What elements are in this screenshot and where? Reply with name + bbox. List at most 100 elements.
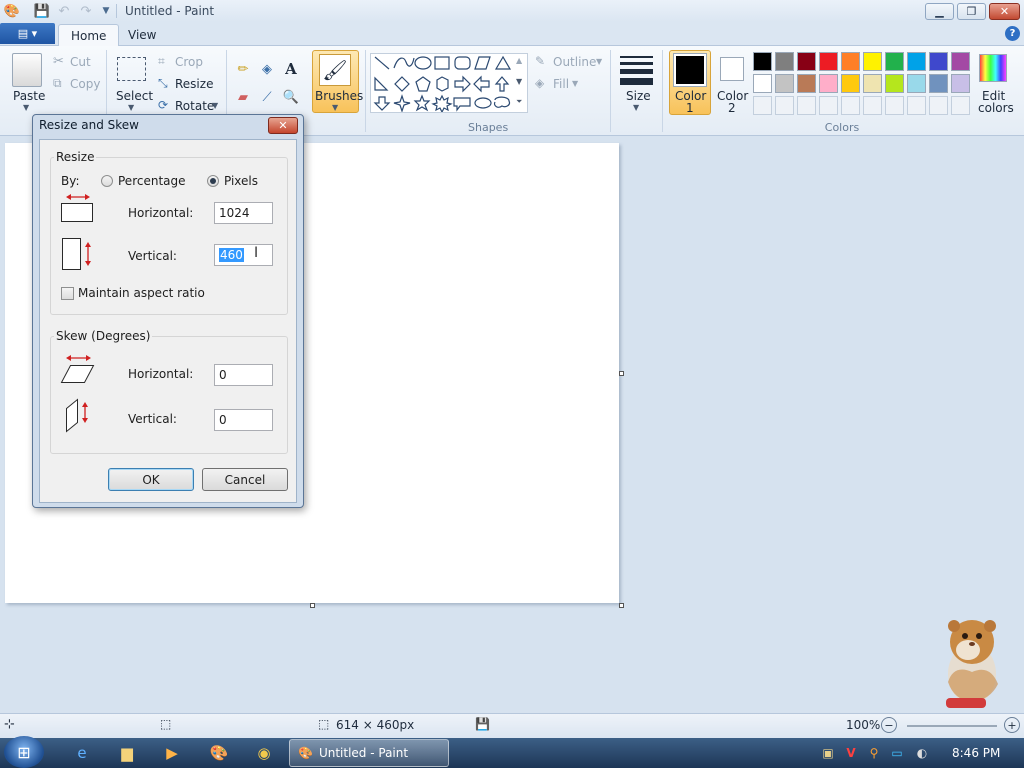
palette-swatch[interactable] <box>885 74 904 93</box>
palette-custom-slot[interactable] <box>753 96 772 115</box>
skew-horizontal-input[interactable]: 0 <box>214 364 273 386</box>
palette-custom-slot[interactable] <box>951 96 970 115</box>
outline-dropdown-icon[interactable]: ▼ <box>596 57 602 66</box>
rotate-button[interactable]: Rotate <box>175 99 214 113</box>
resize-horizontal-input[interactable]: 1024 <box>214 202 273 224</box>
maintain-aspect-checkbox[interactable] <box>61 287 74 300</box>
resize-handle-corner[interactable] <box>619 603 624 608</box>
palette-swatch[interactable] <box>951 52 970 71</box>
pencil-icon[interactable]: ✏ <box>233 59 253 79</box>
media-player-icon[interactable]: ▶ <box>160 742 184 764</box>
palette-swatch[interactable] <box>753 52 772 71</box>
start-button[interactable]: ⊞ <box>4 736 44 768</box>
maintain-aspect-label[interactable]: Maintain aspect ratio <box>78 286 205 300</box>
fill-dropdown-icon[interactable]: ▼ <box>572 79 578 88</box>
palette-swatch[interactable] <box>929 74 948 93</box>
zoom-out-icon[interactable]: − <box>881 717 897 733</box>
ok-button[interactable]: OK <box>108 468 194 491</box>
cancel-button[interactable]: Cancel <box>202 468 288 491</box>
eraser-icon[interactable]: ▰ <box>233 87 253 107</box>
gallery-down-arrow-icon[interactable]: ▼ <box>516 77 522 86</box>
palette-swatch[interactable] <box>797 52 816 71</box>
paint-app-icon[interactable]: 🎨 <box>4 3 20 19</box>
percentage-radio[interactable] <box>101 175 113 187</box>
undo-icon[interactable]: ↶ <box>56 3 72 19</box>
resize-handle-right[interactable] <box>619 371 624 376</box>
dialog-close-button[interactable]: ✕ <box>268 117 298 134</box>
palette-custom-slot[interactable] <box>885 96 904 115</box>
palette-swatch[interactable] <box>863 74 882 93</box>
tab-home[interactable]: Home <box>58 24 120 46</box>
palette-custom-slot[interactable] <box>841 96 860 115</box>
fill-button[interactable]: Fill <box>553 77 569 91</box>
fill-bucket-icon[interactable]: ◈ <box>257 59 277 79</box>
edit-colors-icon[interactable] <box>979 54 1007 82</box>
palette-custom-slot[interactable] <box>863 96 882 115</box>
palette-swatch[interactable] <box>929 52 948 71</box>
volume-icon[interactable]: ◐ <box>914 745 930 761</box>
close-button[interactable]: ✕ <box>989 3 1020 20</box>
text-tool-icon[interactable]: A <box>281 59 301 79</box>
palette-swatch[interactable] <box>841 52 860 71</box>
palette-custom-slot[interactable] <box>797 96 816 115</box>
restore-button[interactable]: ❐ <box>957 3 986 20</box>
chrome-icon[interactable]: ◉ <box>252 742 276 764</box>
select-dropdown-icon[interactable]: ▼ <box>128 103 134 112</box>
zoom-in-icon[interactable]: + <box>1004 717 1020 733</box>
palette-custom-slot[interactable] <box>819 96 838 115</box>
palette-swatch[interactable] <box>797 74 816 93</box>
palette-swatch[interactable] <box>863 52 882 71</box>
crop-button[interactable]: Crop <box>175 55 203 69</box>
zoom-slider[interactable] <box>907 725 997 727</box>
size-dropdown-icon[interactable]: ▼ <box>633 103 639 112</box>
skew-vertical-input[interactable]: 0 <box>214 409 273 431</box>
palette-swatch[interactable] <box>885 52 904 71</box>
palette-swatch[interactable] <box>775 74 794 93</box>
paste-dropdown-icon[interactable]: ▼ <box>23 103 29 112</box>
select-icon[interactable] <box>117 57 146 81</box>
palette-swatch[interactable] <box>753 74 772 93</box>
palette-swatch[interactable] <box>907 74 926 93</box>
redo-icon[interactable]: ↷ <box>78 3 94 19</box>
network-icon[interactable]: ▭ <box>889 745 905 761</box>
taskbar-item-paint[interactable]: 🎨 Untitled - Paint <box>289 739 449 767</box>
paint-taskbar-icon[interactable]: 🎨 <box>207 742 231 764</box>
minimize-button[interactable]: ▁ <box>925 3 954 20</box>
cut-button[interactable]: Cut <box>70 55 91 69</box>
palette-custom-slot[interactable] <box>929 96 948 115</box>
gallery-expand-icon[interactable]: ⏷ <box>516 97 522 107</box>
search-tray-icon[interactable]: ⚲ <box>866 745 882 761</box>
antivirus-icon[interactable]: V <box>843 745 859 761</box>
paste-button[interactable]: Paste <box>13 89 45 103</box>
gallery-up-arrow-icon[interactable]: ▲ <box>516 56 522 65</box>
tray-app-icon[interactable]: ▣ <box>820 745 836 761</box>
color-picker-icon[interactable]: ⟋ <box>257 87 277 107</box>
clock[interactable]: 8:46 PM <box>952 746 1000 760</box>
palette-swatch[interactable] <box>907 52 926 71</box>
size-button[interactable]: Size <box>626 89 651 103</box>
palette-swatch[interactable] <box>841 74 860 93</box>
paste-icon[interactable] <box>12 53 42 87</box>
explorer-folder-icon[interactable]: ▆ <box>115 742 139 764</box>
palette-custom-slot[interactable] <box>775 96 794 115</box>
copy-button[interactable]: Copy <box>70 77 100 91</box>
percentage-label[interactable]: Percentage <box>118 174 186 188</box>
rotate-dropdown-icon[interactable]: ▼ <box>212 101 218 110</box>
shapes-gallery-icons[interactable] <box>372 54 512 112</box>
paint-menu-button[interactable]: ▤ ▾ <box>0 23 55 44</box>
pixels-radio[interactable] <box>207 175 219 187</box>
select-button[interactable]: Select <box>116 89 153 103</box>
resize-vertical-input[interactable]: 460 <box>214 244 273 266</box>
ie-icon[interactable]: e <box>70 742 94 764</box>
magnifier-icon[interactable]: 🔍 <box>281 87 301 107</box>
help-icon[interactable]: ? <box>1005 26 1020 41</box>
save-icon[interactable]: 💾 <box>34 3 50 19</box>
resize-handle-bottom[interactable] <box>310 603 315 608</box>
palette-swatch[interactable] <box>775 52 794 71</box>
palette-custom-slot[interactable] <box>907 96 926 115</box>
palette-swatch[interactable] <box>819 74 838 93</box>
pixels-label[interactable]: Pixels <box>224 174 258 188</box>
outline-button[interactable]: Outline <box>553 55 596 69</box>
tab-view[interactable]: View <box>116 24 168 46</box>
resize-button[interactable]: Resize <box>175 77 213 91</box>
